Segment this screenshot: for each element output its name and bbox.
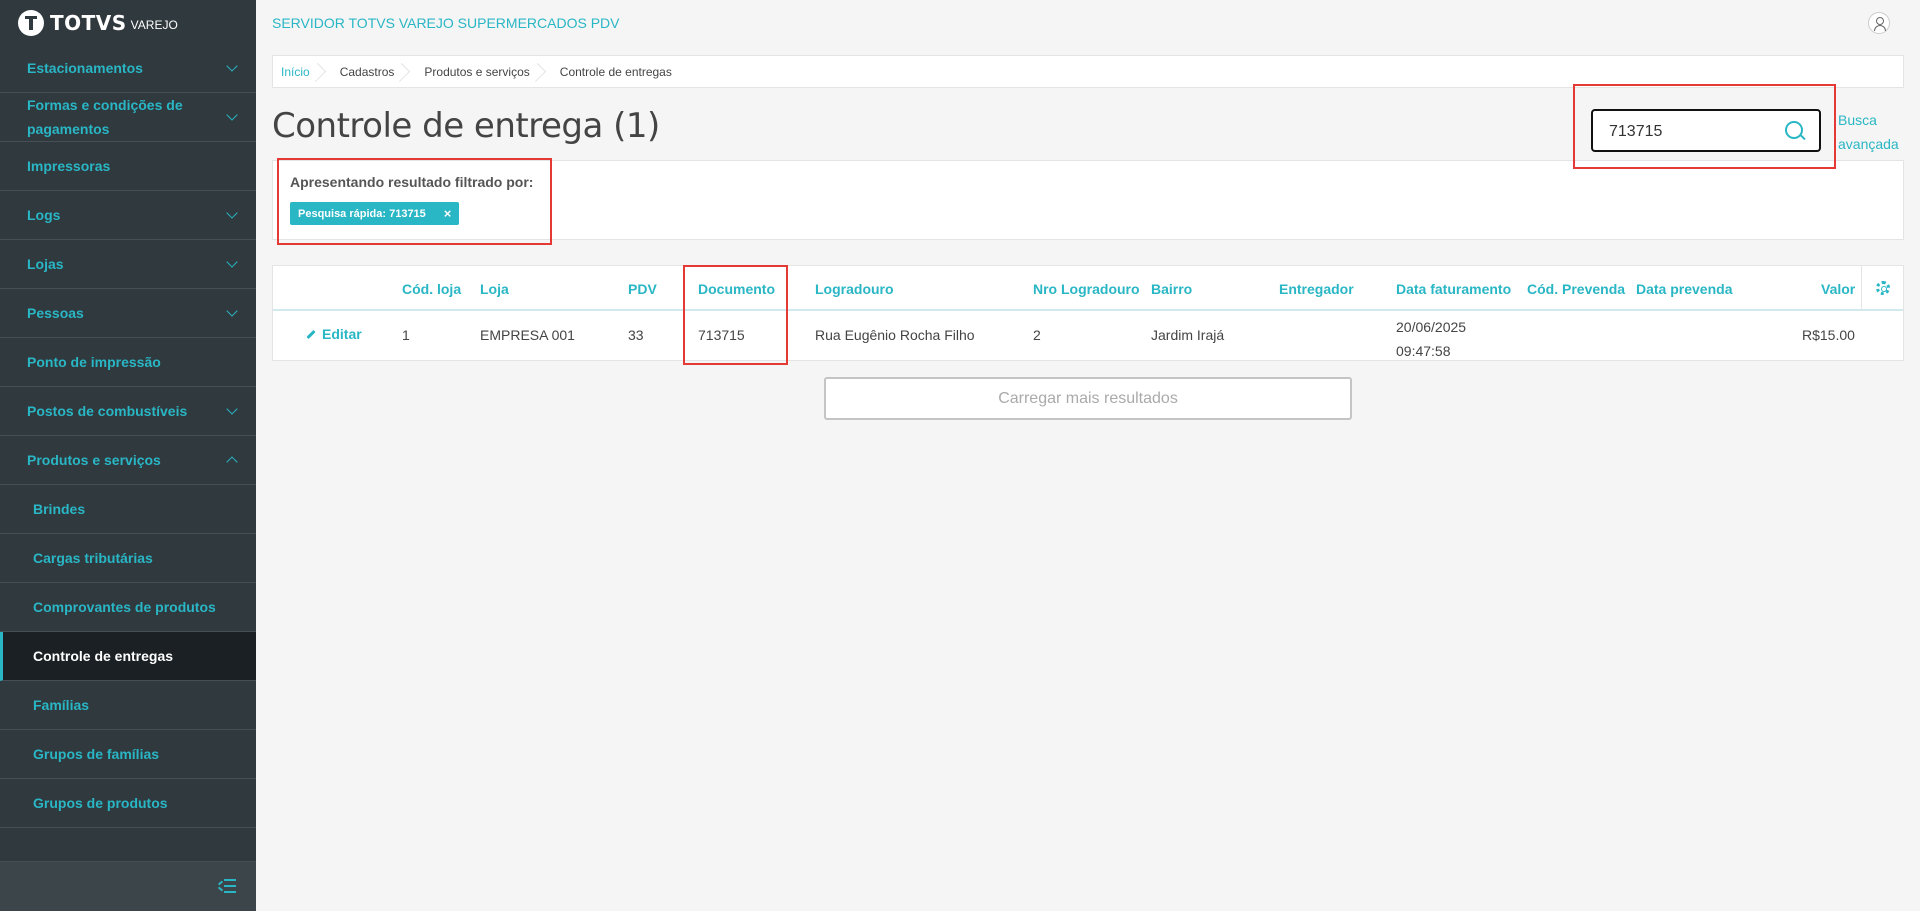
sidebar-item-logs[interactable]: Logs (0, 191, 256, 240)
column-header-entregador[interactable]: Entregador (1279, 281, 1354, 297)
chevron-down-icon (226, 109, 238, 121)
column-header-data-prevenda[interactable]: Data prevenda (1636, 281, 1732, 297)
user-icon[interactable] (1868, 12, 1890, 34)
sidebar-item-label: Grupos de famílias (33, 746, 160, 762)
sidebar-item-label: Lojas (27, 256, 64, 272)
sidebar-item-label: Brindes (33, 501, 86, 517)
sidebar-subitem-grupos-familias[interactable]: Grupos de famílias (0, 730, 256, 779)
sidebar-item-label: Grupos de produtos (33, 795, 168, 811)
column-header-data-faturamento[interactable]: Data faturamento (1396, 281, 1511, 297)
logo-subtext: VAREJO (130, 18, 178, 32)
cell-bairro: Jardim Irajá (1151, 327, 1225, 343)
column-header-cod-prevenda[interactable]: Cód. Prevenda (1527, 281, 1625, 297)
sidebar-item-label: Formas e condições de pagamentos (27, 93, 183, 141)
sidebar-item-label-line1: Formas e condições de (27, 97, 183, 113)
highlight-box-search (1573, 84, 1836, 169)
collapse-menu-icon[interactable] (217, 879, 236, 893)
sidebar-item-estacionamentos[interactable]: Estacionamentos (0, 44, 256, 93)
chevron-down-icon (226, 256, 238, 268)
load-more-button[interactable]: Carregar mais resultados (824, 377, 1352, 420)
column-header-bairro[interactable]: Bairro (1151, 281, 1192, 297)
sidebar-item-ponto-impressao[interactable]: Ponto de impressão (0, 338, 256, 387)
chevron-up-icon (226, 456, 238, 468)
sidebar-item-postos-combustiveis[interactable]: Postos de combustíveis (0, 387, 256, 436)
edit-label: Editar (322, 326, 362, 342)
breadcrumb-produtos-servicos[interactable]: Produtos e serviços (406, 56, 541, 87)
chevron-down-icon (226, 403, 238, 415)
advanced-search-line1: Busca (1838, 112, 1877, 128)
sidebar-subitem-grupos-produtos[interactable]: Grupos de produtos (0, 779, 256, 828)
totvs-logo[interactable]: TOTVS VAREJO (0, 0, 256, 46)
logo-text: TOTVS (50, 11, 127, 35)
sidebar-item-impressoras[interactable]: Impressoras (0, 142, 256, 191)
topbar: SERVIDOR TOTVS VAREJO SUPERMERCADOS PDV (256, 0, 1920, 46)
pencil-icon (306, 329, 316, 339)
cell-logradouro: Rua Eugênio Rocha Filho (815, 327, 975, 343)
sidebar-subitem-controle-entregas[interactable]: Controle de entregas (0, 632, 256, 681)
sidebar-subitem-comprovantes-produtos[interactable]: Comprovantes de produtos (0, 583, 256, 632)
sidebar-item-label-line2: pagamentos (27, 121, 110, 137)
sidebar-item-pessoas[interactable]: Pessoas (0, 289, 256, 338)
highlight-box-documento (683, 265, 788, 365)
sidebar-item-lojas[interactable]: Lojas (0, 240, 256, 289)
column-header-valor[interactable]: Valor (1821, 281, 1855, 297)
cell-pdv: 33 (628, 327, 644, 343)
sidebar-item-label: Comprovantes de produtos (33, 599, 216, 615)
breadcrumb-controle-entregas: Controle de entregas (559, 64, 672, 79)
sidebar-item-label: Logs (27, 207, 61, 223)
sidebar-item-label: Famílias (33, 697, 90, 713)
sidebar-item-label: Impressoras (27, 158, 111, 174)
page-title: Controle de entrega (1) (272, 106, 660, 146)
results-table: Cód. loja Loja PDV Documento Logradouro … (272, 265, 1904, 361)
advanced-search-line2: avançada (1838, 136, 1899, 152)
sidebar-item-produtos-servicos[interactable]: Produtos e serviços (0, 436, 256, 485)
sidebar-menu: Estacionamentos Formas e condições de pa… (0, 44, 256, 828)
chevron-down-icon (226, 207, 238, 219)
sidebar-subitem-brindes[interactable]: Brindes (0, 485, 256, 534)
chevron-down-icon (226, 305, 238, 317)
sidebar-item-label: Postos de combustíveis (27, 403, 188, 419)
sidebar-item-label: Controle de entregas (33, 648, 174, 664)
breadcrumb-inicio[interactable]: Início (273, 56, 322, 87)
column-header-loja[interactable]: Loja (480, 281, 509, 297)
sidebar: TOTVS VAREJO Estacionamentos Formas e co… (0, 0, 256, 911)
sidebar-item-label: Pessoas (27, 305, 84, 321)
server-title: SERVIDOR TOTVS VAREJO SUPERMERCADOS PDV (272, 15, 620, 31)
breadcrumb-cadastros[interactable]: Cadastros (322, 56, 407, 87)
cell-data-faturamento: 20/06/2025 09:47:58 (1396, 315, 1466, 363)
totvs-logo-icon (18, 10, 44, 36)
highlight-box-filter (277, 158, 552, 245)
sidebar-subitem-cargas-tributarias[interactable]: Cargas tributárias (0, 534, 256, 583)
gear-icon[interactable] (1876, 281, 1890, 295)
sidebar-footer (0, 861, 256, 911)
cell-nro-logradouro: 2 (1033, 327, 1041, 343)
sidebar-subitem-familias[interactable]: Famílias (0, 681, 256, 730)
cell-data-faturamento-date: 20/06/2025 (1396, 319, 1467, 335)
sidebar-item-label: Cargas tributárias (33, 550, 153, 566)
cell-data-faturamento-time: 09:47:58 (1396, 343, 1451, 359)
sidebar-item-label: Produtos e serviços (27, 452, 161, 468)
cell-cod-loja: 1 (402, 327, 410, 343)
column-header-pdv[interactable]: PDV (628, 281, 657, 297)
column-header-cod-loja[interactable]: Cód. loja (402, 281, 461, 297)
sidebar-item-label: Ponto de impressão (27, 354, 161, 370)
column-header-nro-logradouro[interactable]: Nro Logradouro (1033, 281, 1140, 297)
chevron-down-icon (226, 60, 238, 72)
cell-loja: EMPRESA 001 (480, 327, 575, 343)
sidebar-item-formas-pagamento[interactable]: Formas e condições de pagamentos (0, 93, 256, 142)
column-header-logradouro[interactable]: Logradouro (815, 281, 894, 297)
cell-valor: R$15.00 (1802, 327, 1855, 343)
sidebar-item-label: Estacionamentos (27, 60, 143, 76)
edit-button[interactable]: Editar (306, 326, 362, 342)
table-header: Cód. loja Loja PDV Documento Logradouro … (273, 266, 1903, 311)
advanced-search-link[interactable]: Busca avançada (1838, 108, 1899, 156)
column-settings[interactable] (1861, 266, 1903, 311)
